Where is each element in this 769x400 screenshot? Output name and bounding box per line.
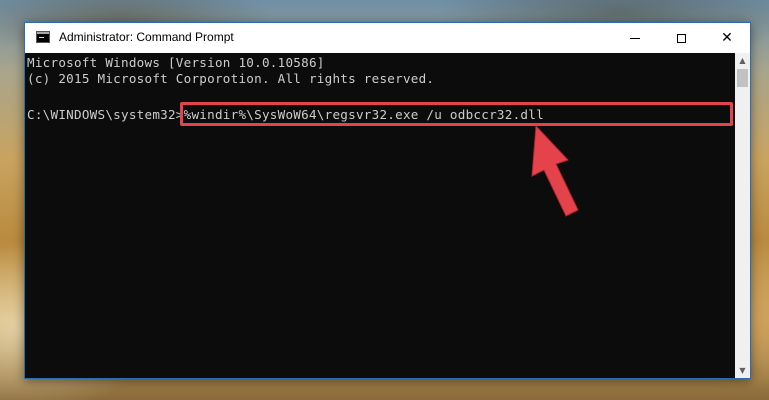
maximize-button[interactable] [658, 23, 704, 53]
scroll-thumb[interactable] [737, 69, 748, 87]
vertical-scrollbar[interactable]: ▲ ▼ [735, 53, 750, 378]
title-bar[interactable]: Administrator: Command Prompt ✕ [25, 23, 750, 53]
scroll-down-arrow-icon[interactable]: ▼ [735, 363, 750, 378]
command-prompt-window: Administrator: Command Prompt ✕ Microsof… [24, 22, 751, 379]
window-title: Administrator: Command Prompt [59, 30, 234, 44]
console-line-copyright: (c) 2015 Microsoft Corporotion. All righ… [27, 71, 435, 86]
minimize-button[interactable] [612, 23, 658, 53]
minimize-icon [630, 37, 640, 39]
close-icon: ✕ [721, 30, 733, 46]
close-button[interactable]: ✕ [704, 23, 750, 53]
console-line-version: Microsoft Windows [Version 10.0.10586] [27, 55, 325, 70]
red-arrow-icon [531, 124, 579, 217]
console-output[interactable]: Microsoft Windows [Version 10.0.10586] (… [25, 53, 735, 378]
maximize-icon [676, 33, 686, 43]
cmd-app-icon [36, 31, 50, 43]
scroll-up-arrow-icon[interactable]: ▲ [735, 53, 750, 68]
command-highlight-box [180, 102, 733, 126]
